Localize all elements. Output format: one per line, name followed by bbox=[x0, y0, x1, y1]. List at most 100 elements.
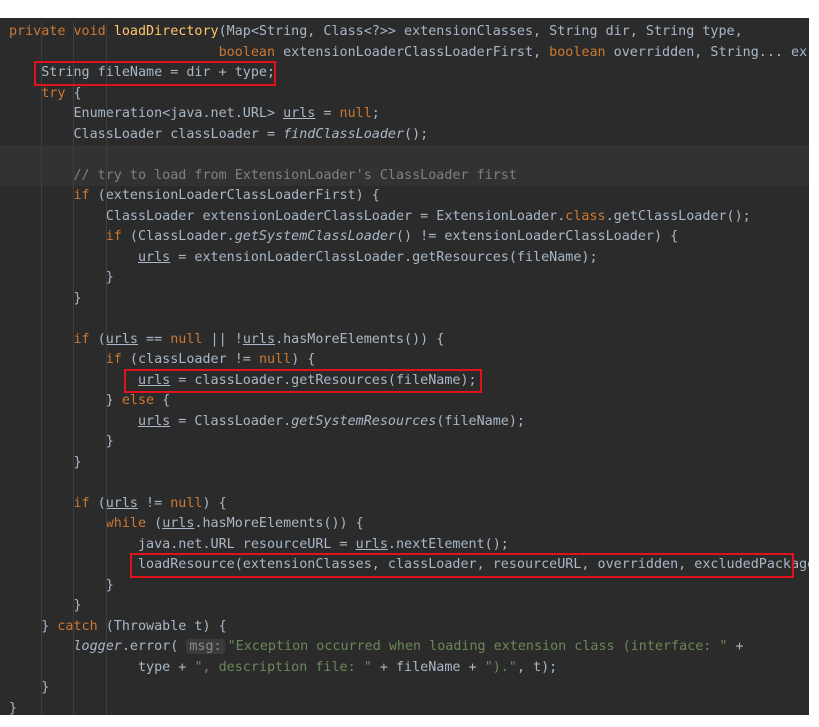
indent-guide bbox=[41, 124, 43, 145]
indent-guide bbox=[105, 493, 107, 514]
code-token: overridden, String... ex bbox=[605, 44, 808, 60]
code-token: () != extensionLoaderClassLoader) { bbox=[396, 229, 679, 244]
code-line[interactable]: Enumeration<java.net.URL> urls = null; bbox=[0, 104, 809, 125]
indent-guide bbox=[105, 42, 107, 63]
indent-guide bbox=[73, 186, 75, 207]
code-line[interactable]: } bbox=[0, 288, 809, 309]
code-token: = ClassLoader. bbox=[170, 413, 292, 429]
code-line[interactable]: } bbox=[0, 678, 809, 699]
indent-guide bbox=[73, 83, 75, 104]
code-line[interactable]: } bbox=[0, 432, 809, 453]
code-line[interactable]: } bbox=[0, 575, 809, 596]
code-token: } bbox=[9, 618, 58, 634]
indent-guide bbox=[105, 186, 107, 207]
code-line[interactable]: urls = ClassLoader.getSystemResources(fi… bbox=[0, 411, 809, 432]
code-line[interactable]: private void loadDirectory(Map<String, C… bbox=[0, 22, 809, 43]
code-token: class bbox=[565, 208, 606, 224]
code-token: ; bbox=[371, 106, 380, 121]
indent-guide bbox=[73, 288, 75, 309]
indent-guide bbox=[105, 596, 107, 617]
indent-guide bbox=[105, 678, 107, 699]
code-token: if bbox=[73, 188, 90, 203]
indent-guide bbox=[41, 411, 43, 432]
code-token: null bbox=[258, 352, 292, 367]
indent-guide bbox=[73, 575, 75, 596]
indent-guide bbox=[41, 637, 43, 658]
indent-guide bbox=[105, 124, 107, 145]
code-line[interactable]: while (urls.hasMoreElements()) { bbox=[0, 514, 809, 535]
code-line[interactable]: if (extensionLoaderClassLoaderFirst) { bbox=[0, 186, 809, 207]
code-line[interactable]: } bbox=[0, 268, 809, 289]
code-token: .hasMoreElements()) { bbox=[194, 516, 364, 531]
indent-guide bbox=[73, 124, 75, 145]
indent-guide bbox=[73, 63, 75, 84]
code-token: if bbox=[73, 331, 90, 347]
code-token: (ClassLoader. bbox=[121, 229, 235, 244]
code-token: .nextElement(); bbox=[387, 536, 509, 552]
code-line[interactable]: } else { bbox=[0, 391, 809, 412]
code-token: } bbox=[9, 454, 82, 470]
code-token: Enumeration<java.net.URL> bbox=[9, 106, 284, 121]
indent-guide bbox=[105, 145, 107, 166]
code-token: (Throwable t) { bbox=[97, 618, 227, 634]
code-token: urls bbox=[138, 249, 171, 265]
code-line[interactable] bbox=[0, 309, 809, 330]
code-token: } bbox=[9, 434, 114, 449]
indent-guide bbox=[41, 104, 43, 125]
indent-guide bbox=[105, 309, 107, 330]
code-line[interactable] bbox=[0, 473, 809, 494]
code-token: urls bbox=[138, 372, 171, 388]
code-line[interactable]: type + ", description file: " + fileName… bbox=[0, 657, 809, 678]
code-line[interactable]: String fileName = dir + type; bbox=[0, 63, 809, 84]
indent-guide bbox=[73, 678, 75, 699]
code-line[interactable]: loadResource(extensionClasses, classLoad… bbox=[0, 555, 809, 576]
code-line[interactable]: urls = extensionLoaderClassLoader.getRes… bbox=[0, 247, 809, 268]
indent-guide bbox=[41, 370, 43, 391]
code-token: } bbox=[9, 577, 114, 593]
code-line[interactable]: logger.error( msg: "Exception occurred wh… bbox=[0, 637, 809, 658]
indent-guide bbox=[73, 493, 75, 514]
code-token: "Exception occurred when loading extensi… bbox=[227, 639, 728, 654]
indent-guide bbox=[73, 370, 75, 391]
indent-guide bbox=[73, 391, 75, 412]
indent-guide bbox=[105, 83, 107, 104]
code-line[interactable]: java.net.URL resourceURL = urls.nextElem… bbox=[0, 534, 809, 555]
code-token: (); bbox=[404, 126, 429, 142]
code-line[interactable]: // try to load from ExtensionLoader's Cl… bbox=[0, 165, 809, 186]
code-line[interactable]: } bbox=[0, 452, 809, 473]
indent-guide bbox=[73, 534, 75, 555]
code-editor[interactable]: private void loadDirectory(Map<String, C… bbox=[0, 18, 809, 715]
code-line[interactable]: boolean extensionLoaderClassLoaderFirst,… bbox=[0, 42, 809, 63]
code-line[interactable]: if (urls == null || !urls.hasMoreElement… bbox=[0, 329, 809, 350]
code-token: urls bbox=[105, 495, 138, 511]
code-line[interactable]: urls = classLoader.getResources(fileName… bbox=[0, 370, 809, 391]
code-line[interactable]: } catch (Throwable t) { bbox=[0, 616, 809, 637]
code-line[interactable]: } bbox=[0, 596, 809, 617]
indent-guide bbox=[73, 698, 75, 715]
code-line[interactable]: ClassLoader extensionLoaderClassLoader =… bbox=[0, 206, 809, 227]
code-line[interactable]: if (urls != null) { bbox=[0, 493, 809, 514]
indent-guide bbox=[41, 534, 43, 555]
code-line[interactable] bbox=[0, 145, 809, 166]
indent-guide bbox=[105, 698, 107, 715]
code-line[interactable]: if (classLoader != null) { bbox=[0, 350, 809, 371]
code-token: ", description file: " bbox=[194, 659, 372, 675]
code-token: null bbox=[339, 106, 372, 121]
code-token: .getClassLoader(); bbox=[605, 208, 751, 224]
code-token: } bbox=[9, 680, 50, 695]
code-token: urls bbox=[242, 331, 276, 347]
code-line[interactable]: } bbox=[0, 698, 809, 715]
code-line[interactable]: ClassLoader classLoader = findClassLoade… bbox=[0, 124, 809, 145]
code-line[interactable]: if (ClassLoader.getSystemClassLoader() !… bbox=[0, 227, 809, 248]
indent-guide bbox=[73, 227, 75, 248]
code-token: urls bbox=[162, 516, 195, 531]
code-token: ( bbox=[146, 516, 163, 531]
indent-guide bbox=[73, 309, 75, 330]
code-line[interactable]: try { bbox=[0, 83, 809, 104]
code-token: java.net.URL resourceURL = bbox=[9, 536, 356, 552]
indent-guide bbox=[105, 657, 107, 678]
code-token: ")." bbox=[484, 659, 517, 675]
